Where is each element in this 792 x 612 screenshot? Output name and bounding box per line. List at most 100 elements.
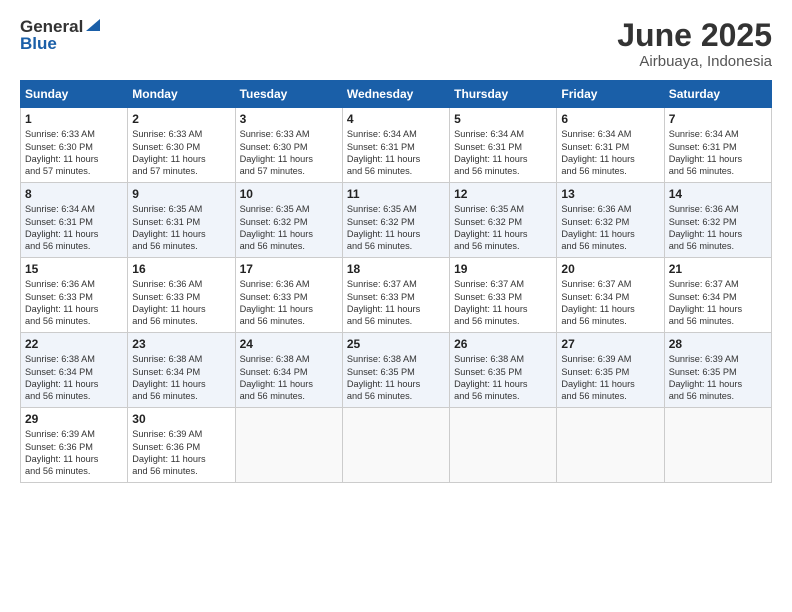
day-number: 4: [347, 112, 445, 126]
calendar-cell: 12Sunrise: 6:35 AMSunset: 6:32 PMDayligh…: [450, 183, 557, 258]
day-number: 21: [669, 262, 767, 276]
day-number: 3: [240, 112, 338, 126]
calendar-cell: 22Sunrise: 6:38 AMSunset: 6:34 PMDayligh…: [21, 333, 128, 408]
day-number: 28: [669, 337, 767, 351]
day-info: Sunrise: 6:38 AMSunset: 6:34 PMDaylight:…: [132, 353, 230, 403]
day-info: Sunrise: 6:35 AMSunset: 6:31 PMDaylight:…: [132, 203, 230, 253]
day-info: Sunrise: 6:36 AMSunset: 6:32 PMDaylight:…: [669, 203, 767, 253]
day-number: 24: [240, 337, 338, 351]
day-info: Sunrise: 6:37 AMSunset: 6:34 PMDaylight:…: [669, 278, 767, 328]
day-number: 26: [454, 337, 552, 351]
day-info: Sunrise: 6:33 AMSunset: 6:30 PMDaylight:…: [25, 128, 123, 178]
calendar-week-row: 29 Sunrise: 6:39 AMSunset: 6:36 PMDayligh…: [21, 408, 772, 483]
header: General Blue June 2025 Airbuaya, Indones…: [20, 18, 772, 70]
calendar-cell: 3Sunrise: 6:33 AMSunset: 6:30 PMDaylight…: [235, 108, 342, 183]
day-info: Sunrise: 6:34 AMSunset: 6:31 PMDaylight:…: [669, 128, 767, 178]
logo-blue-text: Blue: [20, 35, 102, 54]
day-info: Sunrise: 6:39 AMSunset: 6:36 PMDaylight:…: [25, 428, 123, 478]
weekday-saturday: Saturday: [664, 81, 771, 108]
calendar-cell: 29 Sunrise: 6:39 AMSunset: 6:36 PMDayligh…: [21, 408, 128, 483]
day-info: Sunrise: 6:36 AMSunset: 6:33 PMDaylight:…: [240, 278, 338, 328]
calendar-cell: 6 Sunrise: 6:34 AMSunset: 6:31 PMDaylight…: [557, 108, 664, 183]
day-number: 19: [454, 262, 552, 276]
calendar-cell: 25Sunrise: 6:38 AMSunset: 6:35 PMDayligh…: [342, 333, 449, 408]
day-number: 8: [25, 187, 123, 201]
day-number: 20: [561, 262, 659, 276]
calendar-cell: 14 Sunrise: 6:36 AMSunset: 6:32 PMDayligh…: [664, 183, 771, 258]
calendar-cell: 2 Sunrise: 6:33 AMSunset: 6:30 PMDaylight…: [128, 108, 235, 183]
day-number: 15: [25, 262, 123, 276]
day-info: Sunrise: 6:35 AMSunset: 6:32 PMDaylight:…: [347, 203, 445, 253]
calendar-cell: 1 Sunrise: 6:33 AMSunset: 6:30 PMDaylight…: [21, 108, 128, 183]
calendar-cell: 20 Sunrise: 6:37 AMSunset: 6:34 PMDayligh…: [557, 258, 664, 333]
calendar-cell: 16 Sunrise: 6:36 AMSunset: 6:33 PMDayligh…: [128, 258, 235, 333]
day-info: Sunrise: 6:33 AMSunset: 6:30 PMDaylight:…: [132, 128, 230, 178]
day-info: Sunrise: 6:36 AMSunset: 6:32 PMDaylight:…: [561, 203, 659, 253]
day-number: 16: [132, 262, 230, 276]
calendar-cell: 19 Sunrise: 6:37 AMSunset: 6:33 PMDayligh…: [450, 258, 557, 333]
day-number: 30: [132, 412, 230, 426]
day-info: Sunrise: 6:39 AMSunset: 6:35 PMDaylight:…: [669, 353, 767, 403]
calendar-cell: [450, 408, 557, 483]
day-number: 23: [132, 337, 230, 351]
day-number: 5: [454, 112, 552, 126]
calendar-cell: 8 Sunrise: 6:34 AMSunset: 6:31 PMDaylight…: [21, 183, 128, 258]
month-title: June 2025: [617, 18, 772, 53]
day-number: 9: [132, 187, 230, 201]
weekday-sunday: Sunday: [21, 81, 128, 108]
calendar-cell: 21 Sunrise: 6:37 AMSunset: 6:34 PMDayligh…: [664, 258, 771, 333]
logo-triangle-icon: [84, 15, 102, 33]
day-number: 14: [669, 187, 767, 201]
day-info: Sunrise: 6:37 AMSunset: 6:33 PMDaylight:…: [347, 278, 445, 328]
weekday-monday: Monday: [128, 81, 235, 108]
day-number: 27: [561, 337, 659, 351]
day-info: Sunrise: 6:35 AMSunset: 6:32 PMDaylight:…: [240, 203, 338, 253]
weekday-friday: Friday: [557, 81, 664, 108]
day-number: 13: [561, 187, 659, 201]
day-info: Sunrise: 6:38 AMSunset: 6:34 PMDaylight:…: [25, 353, 123, 403]
day-info: Sunrise: 6:34 AMSunset: 6:31 PMDaylight:…: [25, 203, 123, 253]
day-number: 12: [454, 187, 552, 201]
calendar-week-row: 22Sunrise: 6:38 AMSunset: 6:34 PMDayligh…: [21, 333, 772, 408]
day-number: 25: [347, 337, 445, 351]
day-number: 29: [25, 412, 123, 426]
calendar-cell: 26 Sunrise: 6:38 AMSunset: 6:35 PMDayligh…: [450, 333, 557, 408]
calendar-cell: 30 Sunrise: 6:39 AMSunset: 6:36 PMDayligh…: [128, 408, 235, 483]
calendar-cell: 18 Sunrise: 6:37 AMSunset: 6:33 PMDayligh…: [342, 258, 449, 333]
calendar-cell: 17 Sunrise: 6:36 AMSunset: 6:33 PMDayligh…: [235, 258, 342, 333]
day-number: 2: [132, 112, 230, 126]
day-info: Sunrise: 6:39 AMSunset: 6:36 PMDaylight:…: [132, 428, 230, 478]
calendar-cell: 9 Sunrise: 6:35 AMSunset: 6:31 PMDaylight…: [128, 183, 235, 258]
calendar-week-row: 8 Sunrise: 6:34 AMSunset: 6:31 PMDaylight…: [21, 183, 772, 258]
calendar-cell: 24 Sunrise: 6:38 AMSunset: 6:34 PMDayligh…: [235, 333, 342, 408]
day-number: 7: [669, 112, 767, 126]
calendar-week-row: 15 Sunrise: 6:36 AMSunset: 6:33 PMDayligh…: [21, 258, 772, 333]
day-info: Sunrise: 6:38 AMSunset: 6:34 PMDaylight:…: [240, 353, 338, 403]
calendar-cell: 11 Sunrise: 6:35 AMSunset: 6:32 PMDayligh…: [342, 183, 449, 258]
day-number: 11: [347, 187, 445, 201]
day-info: Sunrise: 6:37 AMSunset: 6:34 PMDaylight:…: [561, 278, 659, 328]
weekday-thursday: Thursday: [450, 81, 557, 108]
day-number: 6: [561, 112, 659, 126]
calendar-cell: 27 Sunrise: 6:39 AMSunset: 6:35 PMDayligh…: [557, 333, 664, 408]
day-number: 18: [347, 262, 445, 276]
day-info: Sunrise: 6:39 AMSunset: 6:35 PMDaylight:…: [561, 353, 659, 403]
weekday-header-row: SundayMondayTuesdayWednesdayThursdayFrid…: [21, 81, 772, 108]
calendar-cell: [342, 408, 449, 483]
day-number: 1: [25, 112, 123, 126]
calendar-cell: [664, 408, 771, 483]
day-info: Sunrise: 6:36 AMSunset: 6:33 PMDaylight:…: [132, 278, 230, 328]
title-area: June 2025 Airbuaya, Indonesia: [617, 18, 772, 70]
calendar-cell: 7 Sunrise: 6:34 AMSunset: 6:31 PMDaylight…: [664, 108, 771, 183]
calendar-table: SundayMondayTuesdayWednesdayThursdayFrid…: [20, 80, 772, 483]
calendar-week-row: 1 Sunrise: 6:33 AMSunset: 6:30 PMDaylight…: [21, 108, 772, 183]
day-info: Sunrise: 6:34 AMSunset: 6:31 PMDaylight:…: [347, 128, 445, 178]
calendar-cell: 23 Sunrise: 6:38 AMSunset: 6:34 PMDayligh…: [128, 333, 235, 408]
day-info: Sunrise: 6:37 AMSunset: 6:33 PMDaylight:…: [454, 278, 552, 328]
logo: General Blue: [20, 18, 102, 53]
day-info: Sunrise: 6:38 AMSunset: 6:35 PMDaylight:…: [454, 353, 552, 403]
calendar-cell: 28 Sunrise: 6:39 AMSunset: 6:35 PMDayligh…: [664, 333, 771, 408]
day-number: 17: [240, 262, 338, 276]
day-info: Sunrise: 6:34 AMSunset: 6:31 PMDaylight:…: [561, 128, 659, 178]
day-number: 10: [240, 187, 338, 201]
